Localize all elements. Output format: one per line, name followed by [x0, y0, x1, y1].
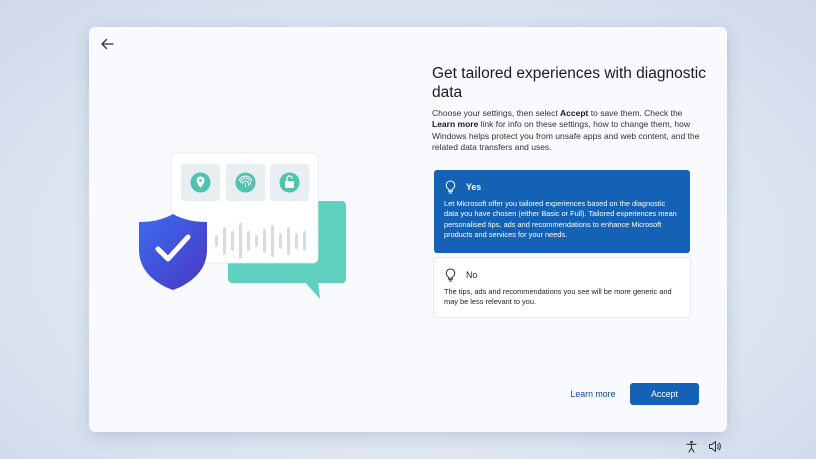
- option-no[interactable]: No The tips, ads and recommendations you…: [434, 258, 690, 317]
- back-button[interactable]: [95, 32, 119, 56]
- learn-more-button[interactable]: Learn more: [561, 383, 625, 405]
- option-yes-label: Yes: [466, 182, 482, 192]
- page-description: Choose your settings, then select Accept…: [432, 108, 700, 152]
- accessibility-button[interactable]: [682, 437, 700, 455]
- privacy-illustration: [139, 152, 346, 299]
- arrow-left-icon: [101, 38, 114, 50]
- option-no-text: The tips, ads and recommendations you se…: [444, 287, 672, 307]
- option-yes[interactable]: Yes Let Microsoft offer you tailored exp…: [434, 170, 690, 253]
- oobe-dialog: Get tailored experiences with diagnostic…: [89, 27, 727, 432]
- volume-icon: [709, 440, 721, 452]
- option-yes-text: Let Microsoft offer you tailored experie…: [444, 199, 677, 240]
- option-no-label: No: [466, 270, 478, 280]
- lightbulb-icon: [445, 268, 456, 282]
- volume-button[interactable]: [706, 437, 724, 455]
- lightbulb-icon: [445, 180, 456, 194]
- accessibility-icon: [685, 440, 697, 453]
- page-title: Get tailored experiences with diagnostic…: [432, 65, 706, 101]
- accept-button[interactable]: Accept: [630, 383, 699, 405]
